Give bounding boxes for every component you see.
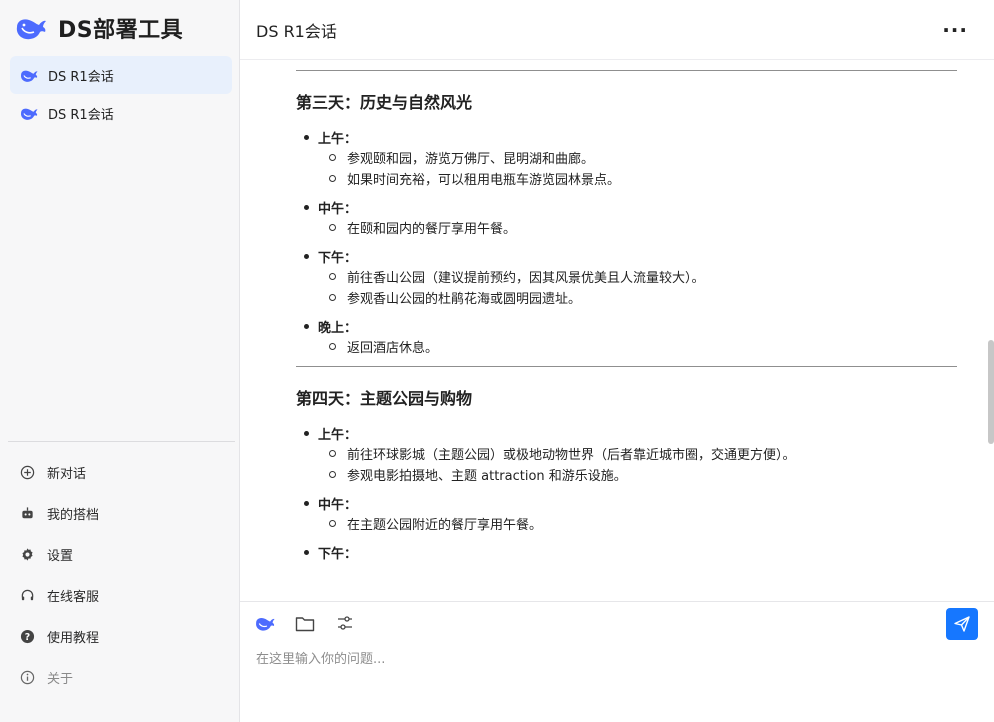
whale-icon <box>256 617 275 631</box>
itinerary-period: 上午： 参观颐和园，游览万佛厅、昆明湖和曲廊。 如果时间充裕，可以租用电瓶车游览… <box>304 127 957 189</box>
scrollbar-thumb[interactable] <box>988 340 994 444</box>
gear-icon <box>18 546 36 564</box>
itinerary-period: 晚上： 返回酒店休息。 <box>304 316 957 357</box>
scrollbar[interactable] <box>986 60 994 601</box>
headset-icon <box>18 587 36 605</box>
period-label: 上午： <box>304 127 957 147</box>
menu-settings[interactable]: 设置 <box>10 534 239 575</box>
itinerary-period: 中午： 在颐和园内的餐厅享用午餐。 <box>304 197 957 238</box>
sidebar-menu: 新对话 我的搭档 设置 在线客服 ? 使用教程 关于 <box>0 442 239 722</box>
whale-icon <box>20 108 38 120</box>
period-label: 中午： <box>304 197 957 217</box>
menu-new-chat[interactable]: 新对话 <box>10 452 239 493</box>
composer-toolbar <box>254 612 374 634</box>
period-label: 下午： <box>304 246 957 266</box>
question-input[interactable] <box>256 646 954 672</box>
list-item: 前往香山公园（建议提前预约，因其风景优美且人流量较大）。 <box>329 266 957 287</box>
message-scroll-area[interactable]: 第三天：历史与自然风光 上午： 参观颐和园，游览万佛厅、昆明湖和曲廊。 如果时间… <box>240 60 994 602</box>
list-item: 参观香山公园的杜鹃花海或圆明园遗址。 <box>329 287 957 308</box>
menu-partner[interactable]: 我的搭档 <box>10 493 239 534</box>
info-icon <box>18 669 36 687</box>
svg-text:?: ? <box>24 632 29 643</box>
menu-label: 关于 <box>47 672 74 687</box>
session-label: DS R1会话 <box>48 107 114 123</box>
menu-label: 使用教程 <box>47 631 100 646</box>
list-item: 参观电影拍摄地、主题 attraction 和游乐设施。 <box>329 464 957 485</box>
itinerary-period: 下午： 前往香山公园（建议提前预约，因其风景优美且人流量较大）。 参观香山公园的… <box>304 246 957 308</box>
list-item: 返回酒店休息。 <box>329 336 957 357</box>
plus-circle-icon <box>18 464 36 482</box>
list-item: 前往环球影城（主题公园）或极地动物世界（后者靠近城市圈，交通更方便）。 <box>329 443 957 464</box>
folder-icon <box>295 616 315 631</box>
whale-logo-icon <box>14 13 48 43</box>
sidebar: DS部署工具 DS R1会话 DS R1会话 新对话 我的搭档 设置 在线客服 … <box>0 0 240 722</box>
itinerary-period: 中午： 在主题公园附近的餐厅享用午餐。 <box>304 493 957 534</box>
chat-header: DS R1会话 ··· <box>240 0 994 60</box>
day-heading: 第四天：主题公园与购物 <box>296 389 473 408</box>
menu-tutorial[interactable]: ? 使用教程 <box>10 616 239 657</box>
robot-icon <box>18 505 36 523</box>
main-panel: DS R1会话 ··· 第三天：历史与自然风光 上午： 参观颐和园，游览万佛厅、… <box>240 0 994 722</box>
menu-label: 新对话 <box>47 467 87 482</box>
session-item[interactable]: DS R1会话 <box>10 94 232 132</box>
period-label: 上午： <box>304 423 957 443</box>
app-title: DS部署工具 <box>58 18 184 43</box>
session-list: DS R1会话 DS R1会话 <box>0 56 239 441</box>
assistant-message: 第三天：历史与自然风光 上午： 参观颐和园，游览万佛厅、昆明湖和曲廊。 如果时间… <box>296 60 957 570</box>
whale-icon <box>20 70 38 82</box>
list-item: 在颐和园内的餐厅享用午餐。 <box>329 217 957 238</box>
period-label: 晚上： <box>304 316 957 336</box>
menu-label: 在线客服 <box>47 590 100 605</box>
settings-sliders-button[interactable] <box>334 612 356 634</box>
attach-folder-button[interactable] <box>294 612 316 634</box>
itinerary-period: 上午： 前往环球影城（主题公园）或极地动物世界（后者靠近城市圈，交通更方便）。 … <box>304 423 957 485</box>
sliders-icon <box>338 616 352 630</box>
app-window: DS部署工具 DS R1会话 DS R1会话 新对话 我的搭档 设置 在线客服 … <box>0 0 994 722</box>
menu-about[interactable]: 关于 <box>10 657 239 698</box>
send-icon <box>954 616 970 632</box>
day-heading: 第三天：历史与自然风光 <box>296 93 473 112</box>
send-button[interactable] <box>946 608 978 640</box>
period-label: 下午： <box>304 542 957 562</box>
more-options-button[interactable]: ··· <box>942 18 968 42</box>
section-divider <box>296 366 957 367</box>
composer <box>240 602 994 722</box>
brand-header: DS部署工具 <box>0 0 239 56</box>
session-item[interactable]: DS R1会话 <box>10 56 232 94</box>
itinerary-period: 下午： <box>304 542 957 562</box>
model-whale-button[interactable] <box>254 612 276 634</box>
list-item: 在主题公园附近的餐厅享用午餐。 <box>329 513 957 534</box>
menu-label: 设置 <box>47 549 74 564</box>
session-label: DS R1会话 <box>48 69 114 85</box>
section-divider <box>296 70 957 71</box>
question-icon: ? <box>18 628 36 646</box>
menu-support[interactable]: 在线客服 <box>10 575 239 616</box>
period-label: 中午： <box>304 493 957 513</box>
chat-title: DS R1会话 <box>256 21 337 41</box>
menu-label: 我的搭档 <box>47 508 100 523</box>
list-item: 如果时间充裕，可以租用电瓶车游览园林景点。 <box>329 168 957 189</box>
list-item: 参观颐和园，游览万佛厅、昆明湖和曲廊。 <box>329 147 957 168</box>
